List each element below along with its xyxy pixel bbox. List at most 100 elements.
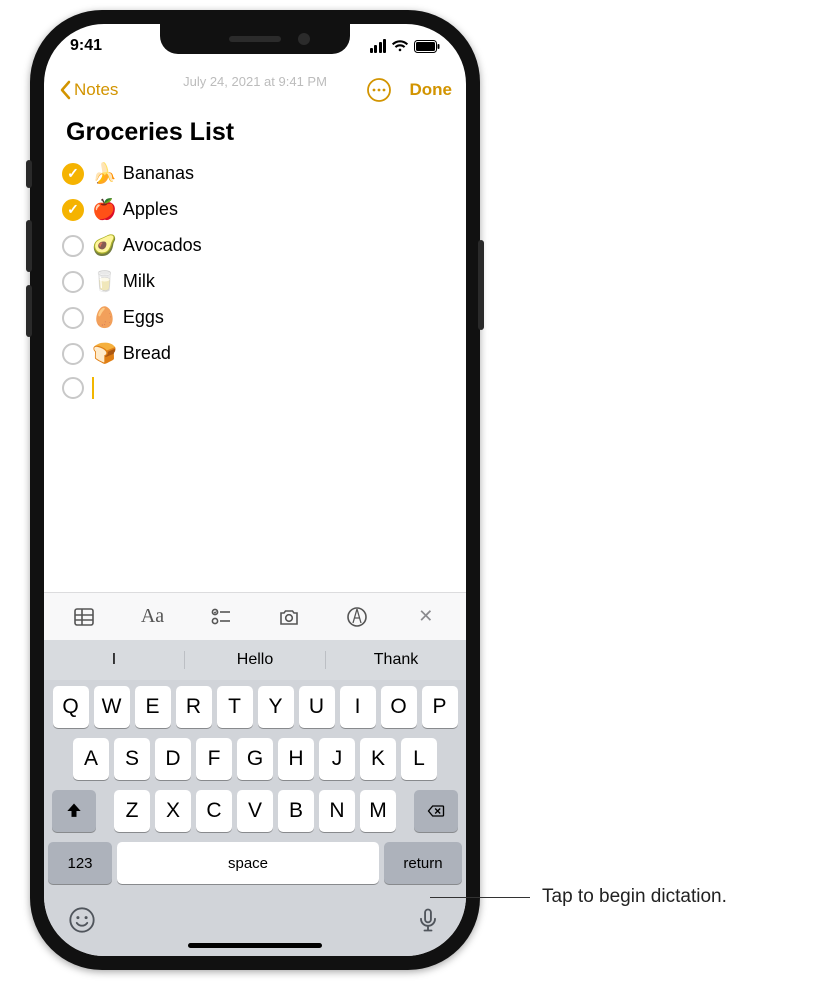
item-emoji: 🍌 xyxy=(92,161,117,186)
checkbox[interactable] xyxy=(62,377,84,399)
suggestion-bar: I Hello Thank xyxy=(44,640,466,680)
key-p[interactable]: P xyxy=(422,686,458,728)
list-item[interactable]: 🍌 Bananas xyxy=(62,161,448,186)
table-button[interactable] xyxy=(66,599,102,635)
checkbox[interactable] xyxy=(62,163,84,185)
key-t[interactable]: T xyxy=(217,686,253,728)
callout-line xyxy=(430,897,530,898)
suggestion[interactable]: Hello xyxy=(185,651,326,669)
back-label: Notes xyxy=(74,80,118,100)
item-label: Avocados xyxy=(123,235,202,256)
key-z[interactable]: Z xyxy=(114,790,150,832)
camera-icon xyxy=(277,605,301,629)
close-toolbar-button[interactable]: ✕ xyxy=(408,599,444,635)
list-item[interactable]: 🥑 Avocados xyxy=(62,233,448,258)
key-r[interactable]: R xyxy=(176,686,212,728)
key-n[interactable]: N xyxy=(319,790,355,832)
item-label: Bananas xyxy=(123,163,194,184)
key-q[interactable]: Q xyxy=(53,686,89,728)
table-icon xyxy=(72,605,96,629)
key-h[interactable]: H xyxy=(278,738,314,780)
suggestion[interactable]: I xyxy=(44,651,185,669)
text-cursor xyxy=(92,377,94,399)
space-key[interactable]: space xyxy=(117,842,379,884)
checkbox[interactable] xyxy=(62,271,84,293)
list-item-empty[interactable] xyxy=(62,377,448,399)
item-label: Milk xyxy=(123,271,155,292)
key-y[interactable]: Y xyxy=(258,686,294,728)
checkbox[interactable] xyxy=(62,235,84,257)
checkbox[interactable] xyxy=(62,343,84,365)
dictation-key[interactable] xyxy=(414,906,442,934)
list-item[interactable]: 🥚 Eggs xyxy=(62,305,448,330)
checklist: 🍌 Bananas 🍎 Apples 🥑 Avocados 🥛 Milk xyxy=(62,161,448,399)
key-l[interactable]: L xyxy=(401,738,437,780)
key-v[interactable]: V xyxy=(237,790,273,832)
key-i[interactable]: I xyxy=(340,686,376,728)
checkbox[interactable] xyxy=(62,199,84,221)
checklist-icon xyxy=(209,605,233,629)
item-label: Bread xyxy=(123,343,171,364)
close-icon: ✕ xyxy=(418,606,433,627)
emoji-key[interactable] xyxy=(68,906,96,934)
markup-icon xyxy=(345,605,369,629)
note-title[interactable]: Groceries List xyxy=(66,118,448,147)
key-c[interactable]: C xyxy=(196,790,232,832)
format-toolbar: Aa ✕ xyxy=(44,592,466,640)
wifi-icon xyxy=(391,39,409,53)
home-indicator[interactable] xyxy=(188,943,322,948)
key-o[interactable]: O xyxy=(381,686,417,728)
volume-up-button xyxy=(26,220,32,272)
camera-button[interactable] xyxy=(271,599,307,635)
numeric-key[interactable]: 123 xyxy=(48,842,112,884)
key-k[interactable]: K xyxy=(360,738,396,780)
cellular-icon xyxy=(370,39,387,53)
key-e[interactable]: E xyxy=(135,686,171,728)
checklist-button[interactable] xyxy=(203,599,239,635)
item-label: Eggs xyxy=(123,307,164,328)
shift-key[interactable] xyxy=(52,790,96,832)
phone-frame: 9:41 July 24, 2021 at 9:41 PM Notes Done… xyxy=(30,10,480,970)
item-emoji: 🥑 xyxy=(92,233,117,258)
volume-down-button xyxy=(26,285,32,337)
markup-button[interactable] xyxy=(339,599,375,635)
key-a[interactable]: A xyxy=(73,738,109,780)
done-button[interactable]: Done xyxy=(410,80,453,100)
suggestion[interactable]: Thank xyxy=(326,651,466,669)
mute-switch xyxy=(26,160,32,188)
key-j[interactable]: J xyxy=(319,738,355,780)
key-f[interactable]: F xyxy=(196,738,232,780)
key-b[interactable]: B xyxy=(278,790,314,832)
more-icon[interactable] xyxy=(366,77,392,103)
backspace-icon xyxy=(426,801,446,821)
return-key[interactable]: return xyxy=(384,842,462,884)
callout: Tap to begin dictation. xyxy=(430,886,727,908)
status-time: 9:41 xyxy=(70,37,102,55)
item-emoji: 🍞 xyxy=(92,341,117,366)
key-s[interactable]: S xyxy=(114,738,150,780)
text-format-button[interactable]: Aa xyxy=(134,599,170,635)
nav-bar: July 24, 2021 at 9:41 PM Notes Done xyxy=(44,68,466,112)
key-u[interactable]: U xyxy=(299,686,335,728)
key-d[interactable]: D xyxy=(155,738,191,780)
key-g[interactable]: G xyxy=(237,738,273,780)
key-w[interactable]: W xyxy=(94,686,130,728)
back-button[interactable]: Notes xyxy=(58,80,118,100)
list-item[interactable]: 🍎 Apples xyxy=(62,197,448,222)
shift-icon xyxy=(64,801,84,821)
key-m[interactable]: M xyxy=(360,790,396,832)
list-item[interactable]: 🍞 Bread xyxy=(62,341,448,366)
notch xyxy=(160,24,350,54)
callout-text: Tap to begin dictation. xyxy=(542,886,727,908)
item-emoji: 🍎 xyxy=(92,197,117,222)
item-label: Apples xyxy=(123,199,178,220)
power-button xyxy=(478,240,484,330)
key-x[interactable]: X xyxy=(155,790,191,832)
list-item[interactable]: 🥛 Milk xyxy=(62,269,448,294)
backspace-key[interactable] xyxy=(414,790,458,832)
item-emoji: 🥚 xyxy=(92,305,117,330)
screen: 9:41 July 24, 2021 at 9:41 PM Notes Done… xyxy=(44,24,466,956)
battery-icon xyxy=(414,40,440,53)
checkbox[interactable] xyxy=(62,307,84,329)
note-content[interactable]: Groceries List 🍌 Bananas 🍎 Apples 🥑 Avoc… xyxy=(44,112,466,592)
